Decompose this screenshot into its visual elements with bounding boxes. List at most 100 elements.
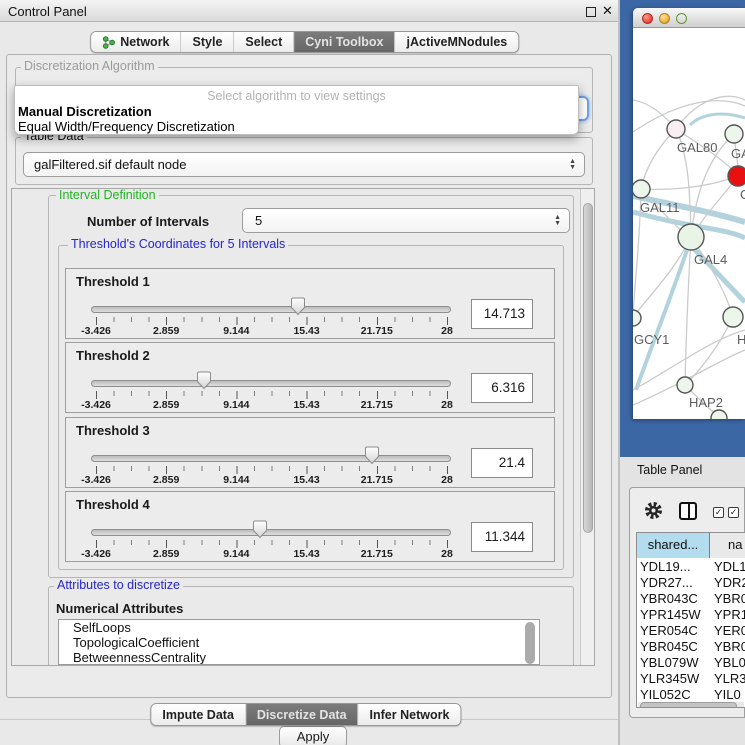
network-node[interactable] [725, 125, 743, 143]
scale-tick-label: 15.43 [293, 474, 319, 486]
minimize-traffic-light[interactable] [659, 13, 670, 24]
number-of-intervals-combobox[interactable]: 5 ▲▼ [242, 208, 570, 233]
network-window-titlebar[interactable] [633, 8, 745, 28]
checkbox-icon[interactable]: ✓ [728, 507, 739, 518]
tab-network[interactable]: Network [91, 32, 181, 52]
table-row[interactable]: YDR27... YDR2 [637, 575, 745, 591]
threshold-1-value-field[interactable]: 14.713 [471, 299, 533, 329]
checkbox-icon[interactable]: ✓ [713, 507, 724, 518]
network-edge[interactable] [641, 129, 676, 189]
table-hscrollbar-thumb[interactable] [640, 702, 737, 708]
tab-cyni-toolbox[interactable]: Cyni Toolbox [294, 32, 395, 52]
tab-select[interactable]: Select [234, 32, 294, 52]
network-edge-highlighted[interactable] [636, 250, 687, 390]
network-node[interactable] [633, 310, 641, 326]
tab-infer-network[interactable]: Infer Network [359, 704, 461, 725]
scale-tick-label: -3.426 [81, 474, 111, 486]
tab-style[interactable]: Style [182, 32, 235, 52]
popup-item-manual-discretization[interactable]: Manual Discretization [18, 104, 152, 119]
attribute-list-item[interactable]: SelfLoops [59, 620, 539, 635]
tab-discretize-data[interactable]: Discretize Data [246, 704, 359, 725]
network-node-label: C [740, 187, 745, 202]
network-edge[interactable] [641, 176, 738, 189]
cell-name[interactable]: YBL0 [714, 655, 745, 670]
network-node-label: GCY1 [634, 332, 669, 347]
table-panel-title: Table Panel [637, 463, 702, 477]
attribute-list-item[interactable]: BetweennessCentrality [59, 650, 539, 665]
cell-shared-name[interactable]: YIL052C [640, 687, 691, 700]
close-icon[interactable]: ✕ [602, 3, 613, 19]
cell-name[interactable]: YPR1 [714, 607, 745, 622]
table-row[interactable]: YLR345W YLR3 [637, 671, 745, 687]
cell-name[interactable]: YER0 [714, 623, 745, 638]
node-attribute-table[interactable]: shared... na YDL19...YDL1YDR27...YDR2YBR… [636, 532, 745, 708]
table-row[interactable]: YPR145W YPR1 [637, 607, 745, 623]
network-window: GAL80GACGAL11GAL4GCY1HHAP2 [633, 8, 745, 419]
cell-name[interactable]: YDR2 [714, 575, 745, 590]
cell-name[interactable]: YBR0 [714, 591, 745, 606]
network-node[interactable] [667, 120, 685, 138]
cell-shared-name[interactable]: YDL19... [640, 559, 691, 574]
cell-shared-name[interactable]: YBR043C [640, 591, 698, 606]
float-window-icon[interactable] [586, 7, 596, 17]
threshold-2-slider-thumb[interactable] [196, 371, 212, 390]
attributes-list-scrollbar[interactable] [525, 622, 535, 664]
popup-item-equal-width[interactable]: Equal Width/Frequency Discretization [18, 119, 235, 134]
threshold-4-slider-track[interactable] [91, 529, 451, 536]
threshold-3-slider-thumb[interactable] [364, 446, 380, 465]
table-row[interactable]: YBL079W YBL0 [637, 655, 745, 671]
threshold-3-slider-track[interactable] [91, 455, 451, 462]
cell-shared-name[interactable]: YER054C [640, 623, 698, 638]
network-canvas[interactable]: GAL80GACGAL11GAL4GCY1HHAP2 [633, 28, 745, 419]
cell-name[interactable]: YBR0 [714, 639, 745, 654]
attribute-list-item[interactable]: TopologicalCoefficient [59, 635, 539, 650]
apply-button[interactable]: Apply [279, 726, 347, 745]
column-header-name[interactable]: na [710, 533, 745, 558]
scale-tick-label: 15.43 [293, 399, 319, 411]
split-columns-icon[interactable] [679, 502, 697, 520]
threshold-4-slider-thumb[interactable] [252, 520, 268, 539]
threshold-3-value-field[interactable]: 21.4 [471, 448, 533, 478]
network-edge[interactable] [634, 237, 691, 316]
network-node[interactable] [633, 180, 650, 198]
table-row[interactable]: YDL19... YDL1 [637, 559, 745, 575]
main-scrollbar-track[interactable] [580, 189, 595, 666]
tab-jactivemnodules[interactable]: jActiveMNodules [396, 32, 519, 52]
threshold-4-value-field[interactable]: 11.344 [471, 522, 533, 552]
cell-name[interactable]: YLR3 [714, 671, 745, 686]
scale-tick-label: 2.859 [153, 474, 179, 486]
cell-name[interactable]: YIL0 [714, 687, 741, 700]
network-node[interactable] [728, 166, 745, 186]
threshold-1-slider-thumb[interactable] [290, 297, 306, 316]
table-data-combobox[interactable]: galFiltered.sif default node ▲▼ [23, 152, 585, 177]
cell-shared-name[interactable]: YPR145W [640, 607, 701, 622]
close-traffic-light[interactable] [642, 13, 653, 24]
threshold-1-slider-track[interactable] [91, 306, 451, 313]
table-row[interactable]: YBR045C YBR0 [637, 639, 745, 655]
network-node[interactable] [711, 410, 727, 419]
threshold-2-value-field[interactable]: 6.316 [471, 373, 533, 403]
network-edge-highlighted[interactable] [690, 114, 745, 125]
scale-tick-label: -3.426 [81, 399, 111, 411]
network-node[interactable] [678, 224, 704, 250]
main-scrollbar-thumb[interactable] [583, 203, 593, 533]
cell-name[interactable]: YDL1 [714, 559, 745, 574]
cell-shared-name[interactable]: YLR345W [640, 671, 699, 686]
column-header-shared-name[interactable]: shared... [637, 533, 710, 558]
scale-tick-label: 28 [441, 474, 453, 486]
cell-shared-name[interactable]: YBL079W [640, 655, 699, 670]
table-hscrollbar-track[interactable] [638, 702, 744, 708]
zoom-traffic-light[interactable] [676, 13, 687, 24]
threshold-2-slider-track[interactable] [91, 380, 451, 387]
numerical-attributes-list[interactable]: SelfLoopsTopologicalCoefficientBetweenne… [58, 619, 540, 665]
table-row[interactable]: YIL052C YIL0 [637, 687, 745, 700]
network-node[interactable] [723, 307, 743, 327]
cell-shared-name[interactable]: YBR045C [640, 639, 698, 654]
cell-shared-name[interactable]: YDR27... [640, 575, 693, 590]
table-row[interactable]: YBR043C YBR0 [637, 591, 745, 607]
network-node[interactable] [677, 377, 693, 393]
tab-impute-data[interactable]: Impute Data [151, 704, 246, 725]
network-edge[interactable] [688, 317, 733, 382]
table-row[interactable]: YER054C YER0 [637, 623, 745, 639]
gear-icon[interactable] [644, 501, 663, 520]
